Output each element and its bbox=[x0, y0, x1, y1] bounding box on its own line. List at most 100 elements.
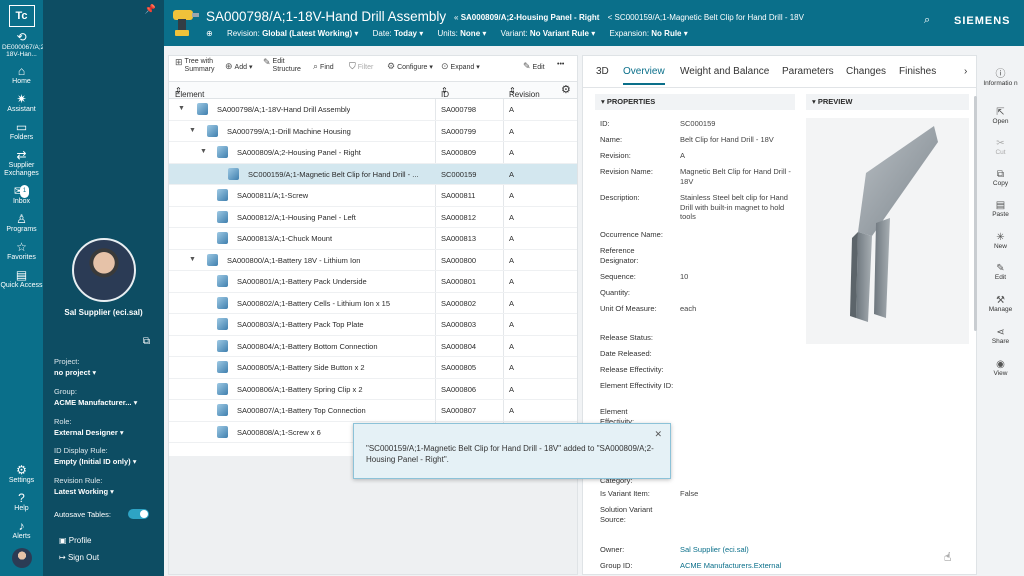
profile-link[interactable]: ▣ Profile bbox=[59, 536, 91, 545]
details-scrollbar[interactable] bbox=[974, 96, 977, 331]
favorites-icon: ☆ bbox=[16, 240, 27, 254]
autosave-toggle[interactable] bbox=[128, 509, 149, 519]
edit-button[interactable]: ✎ Edit bbox=[523, 61, 545, 72]
expanded-caret-icon[interactable]: ▼ bbox=[200, 148, 207, 155]
filter-revision[interactable]: Revision: Global (Latest Working) ▾ bbox=[227, 29, 358, 38]
project-context[interactable]: Project: no project ▾ bbox=[54, 357, 158, 377]
view-button[interactable]: ◉ View bbox=[981, 359, 1020, 377]
share-button[interactable]: ⋖ Share bbox=[981, 327, 1020, 345]
add-button[interactable]: ⊕ Add ▾ bbox=[225, 61, 252, 72]
rail-item-inbox[interactable]: ✉1 Inbox bbox=[0, 185, 43, 206]
column-header-id[interactable]: ID ⇕ bbox=[441, 86, 449, 99]
mouse-cursor-icon: ☝ bbox=[944, 550, 952, 564]
configure-button[interactable]: ⚙ Configure ▾ bbox=[387, 61, 433, 72]
rail-item-folders[interactable]: ▭ Folders bbox=[0, 121, 43, 142]
rail-item-help[interactable]: ? Help bbox=[0, 492, 43, 513]
table-row-selected[interactable]: SC000159/A;1-Magnetic Belt Clip for Hand… bbox=[169, 163, 577, 185]
tab-parameters[interactable]: Parameters bbox=[782, 66, 834, 77]
search-icon[interactable]: ⌕ bbox=[924, 14, 930, 27]
manage-button[interactable]: ⚒ Manage bbox=[981, 295, 1020, 313]
rail-item-settings[interactable]: ⚙ Settings bbox=[0, 464, 43, 485]
table-row[interactable]: SA000801/A;1-Battery Pack Underside SA00… bbox=[169, 271, 577, 293]
tab-changes[interactable]: Changes bbox=[846, 66, 886, 77]
table-row[interactable]: ▼ SA000809/A;2-Housing Panel - Right SA0… bbox=[169, 142, 577, 164]
breadcrumb-item-housing-panel[interactable]: SA000809/A;2-Housing Panel - Right bbox=[461, 13, 600, 22]
tab-overview[interactable]: Overview bbox=[623, 66, 665, 85]
cut-button[interactable]: ✂ Cut bbox=[981, 138, 1020, 156]
rail-item-assistant[interactable]: ✷ Assistant bbox=[0, 93, 43, 114]
tab-finishes[interactable]: Finishes bbox=[899, 66, 936, 77]
section-title: PREVIEW bbox=[817, 97, 853, 106]
column-header-element[interactable]: Element ⇕ bbox=[175, 86, 204, 99]
chevron-right-icon[interactable]: › bbox=[964, 66, 967, 77]
tab-weight-and-balance[interactable]: Weight and Balance bbox=[680, 66, 769, 77]
table-row[interactable]: SA000803/A;1-Battery Pack Top Plate SA00… bbox=[169, 314, 577, 336]
filter-key: Expansion: bbox=[609, 29, 650, 38]
revision-rule-context[interactable]: Revision Rule: Latest Working ▾ bbox=[54, 476, 158, 496]
tab-3d[interactable]: 3D bbox=[596, 66, 609, 77]
filter-button[interactable]: ⛉ Filter bbox=[349, 61, 373, 72]
table-row[interactable]: ▼ SA000799/A;1-Drill Machine Housing SA0… bbox=[169, 121, 577, 142]
command-label: Paste bbox=[992, 211, 1009, 218]
row-id: SA000799 bbox=[441, 126, 477, 136]
expand-button[interactable]: ⊙ Expand ▾ bbox=[441, 61, 480, 72]
details-tabs: 3D Overview Weight and Balance Parameter… bbox=[583, 56, 976, 88]
sign-out-link[interactable]: ↦ Sign Out bbox=[59, 553, 99, 562]
owner-link[interactable]: Sal Supplier (eci.sal) bbox=[680, 545, 795, 555]
column-header-revision[interactable]: Revision ⇕ bbox=[509, 86, 540, 99]
table-row[interactable]: SA000812/A;1-Housing Panel - Left SA0008… bbox=[169, 207, 577, 228]
open-icon: ⇱ bbox=[996, 107, 1005, 118]
rail-item-supplier-exchanges[interactable]: ⇄ Supplier Exchanges bbox=[0, 149, 43, 178]
table-row[interactable]: ▼ SA000800/A;1-Battery 18V - Lithium Ion… bbox=[169, 250, 577, 271]
information-button[interactable]: ⓘ Informatio n bbox=[981, 69, 1020, 87]
preview-section-header[interactable]: ▾ PREVIEW bbox=[806, 94, 969, 110]
expanded-caret-icon[interactable]: ▼ bbox=[189, 256, 196, 263]
breadcrumb-item-belt-clip[interactable]: SC000159/A;1-Magnetic Belt Clip for Hand… bbox=[615, 13, 804, 22]
rail-item-alerts[interactable]: ♪ Alerts bbox=[0, 520, 43, 541]
table-row[interactable]: SA000804/A;1-Battery Bottom Connection S… bbox=[169, 336, 577, 357]
row-id: SA000806 bbox=[441, 384, 477, 394]
rail-item-favorites[interactable]: ☆ Favorites bbox=[0, 241, 43, 262]
table-row[interactable]: SA000806/A;1-Battery Spring Clip x 2 SA0… bbox=[169, 379, 577, 400]
table-row[interactable]: SA000805/A;1-Battery Side Button x 2 SA0… bbox=[169, 357, 577, 379]
role-context[interactable]: Role: External Designer ▾ bbox=[54, 417, 158, 437]
filter-key: Variant: bbox=[500, 29, 528, 38]
edit-command-button[interactable]: ✎ Edit bbox=[981, 263, 1020, 281]
table-row[interactable]: SA000807/A;1-Battery Top Connection SA00… bbox=[169, 400, 577, 422]
close-icon[interactable]: ✕ bbox=[654, 429, 662, 440]
rail-item-home[interactable]: ⌂ Home bbox=[0, 65, 43, 86]
group-id-link[interactable]: ACME Manufacturers.External bbox=[680, 561, 795, 571]
expanded-caret-icon[interactable]: ▼ bbox=[189, 127, 196, 134]
user-avatar-small[interactable] bbox=[11, 548, 32, 568]
table-row[interactable]: SA000813/A;1-Chuck Mount SA000813 A bbox=[169, 228, 577, 250]
cut-icon: ✂ bbox=[996, 138, 1005, 149]
open-button[interactable]: ⇱ Open bbox=[981, 107, 1020, 125]
filter-expansion[interactable]: Expansion: No Rule ▾ bbox=[609, 29, 687, 38]
new-button[interactable]: ✳ New bbox=[981, 232, 1020, 250]
id-display-rule-context[interactable]: ID Display Rule: Empty (Initial ID only)… bbox=[54, 446, 158, 466]
table-row[interactable]: SA000811/A;1-Screw SA000811 A bbox=[169, 185, 577, 207]
open-profile-icon[interactable]: ⧉ bbox=[143, 336, 150, 347]
table-row[interactable]: SA000802/A;1-Battery Cells - Lithium Ion… bbox=[169, 293, 577, 314]
copy-button[interactable]: ⧉ Copy bbox=[981, 169, 1020, 187]
rail-item-quick-access[interactable]: ▤ Quick Access bbox=[0, 269, 43, 290]
edit-structure-button[interactable]: ✎ Edit Structure bbox=[263, 58, 303, 74]
app-logo[interactable]: Tc bbox=[8, 5, 35, 27]
table-settings-icon[interactable]: ⚙ bbox=[561, 83, 571, 96]
more-button[interactable]: ••• bbox=[557, 61, 564, 68]
expanded-caret-icon[interactable]: ▼ bbox=[178, 105, 185, 112]
rail-item-programs[interactable]: ♙ Programs bbox=[0, 213, 43, 234]
rail-item-context[interactable]: ⟲ DE000067/A;2-18V-Han... bbox=[0, 31, 46, 59]
table-row[interactable]: ▼ SA000798/A;1-18V-Hand Drill Assembly S… bbox=[169, 99, 577, 121]
find-button[interactable]: ⌕ Find bbox=[313, 61, 334, 72]
pin-icon[interactable]: 📌 bbox=[145, 4, 156, 15]
tree-summary-button[interactable]: ⊞ Tree with Summary bbox=[175, 58, 217, 74]
properties-section-header[interactable]: ▾ PROPERTIES bbox=[595, 94, 795, 110]
filter-units[interactable]: Units: None ▾ bbox=[437, 29, 486, 38]
paste-button[interactable]: ▤ Paste bbox=[981, 200, 1020, 218]
filter-date[interactable]: Date: Today ▾ bbox=[373, 29, 424, 38]
rail-label: Folders bbox=[9, 134, 34, 141]
part-icon bbox=[217, 404, 228, 416]
filter-variant[interactable]: Variant: No Variant Rule ▾ bbox=[501, 29, 596, 38]
group-context[interactable]: Group: ACME Manufacturer... ▾ bbox=[54, 387, 158, 407]
